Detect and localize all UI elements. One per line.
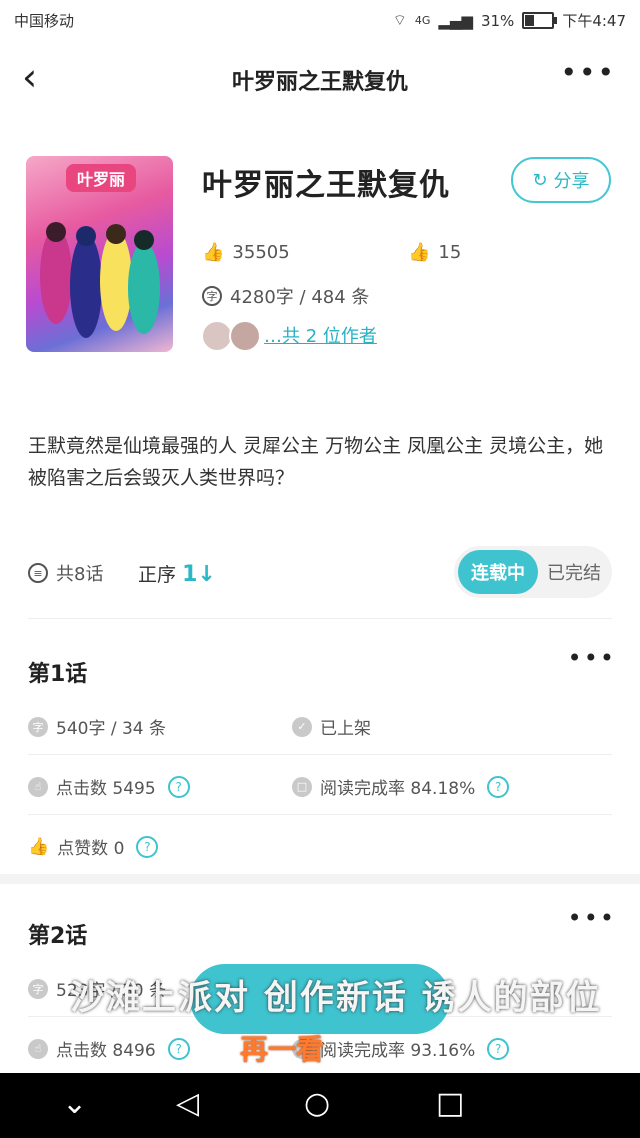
signal-label: 4G bbox=[414, 14, 431, 27]
share-button[interactable]: ↻ 分享 bbox=[511, 157, 611, 203]
top-nav: ‹ 叶罗丽之王默复仇 ••• bbox=[0, 40, 640, 118]
clock: 下午4:47 bbox=[562, 12, 626, 30]
thumbs-row[interactable]: 👍 15 bbox=[408, 242, 461, 263]
episode-completion-label: 阅读完成率 84.18% bbox=[320, 779, 476, 799]
home-circle-icon[interactable]: ○ bbox=[304, 1087, 330, 1121]
help-icon[interactable]: ? bbox=[487, 1037, 510, 1060]
word-count-icon: 字 bbox=[28, 716, 48, 737]
thumb-up-icon: 👍 bbox=[408, 242, 431, 263]
page-title: 叶罗丽之王默复仇 bbox=[231, 70, 408, 95]
wifi-icon: ⌔ bbox=[392, 11, 407, 29]
help-icon[interactable]: ? bbox=[136, 835, 159, 858]
book-cover[interactable]: 叶罗丽 bbox=[26, 156, 173, 352]
carrier-label: 中国移动 bbox=[14, 12, 75, 30]
word-count-icon: 字 bbox=[28, 978, 48, 999]
episode-clicks-label: 点击数 5495 bbox=[56, 779, 156, 799]
episode-words-label: 540字 / 34 条 bbox=[56, 719, 167, 739]
system-nav-bar: ⌄ ◁ ○ □ bbox=[0, 1073, 640, 1138]
help-icon[interactable]: ? bbox=[167, 775, 190, 798]
thumb-icon: 👍 bbox=[28, 836, 50, 857]
episode-status: ✓ 已上架 bbox=[292, 714, 371, 739]
likes-count: 35505 bbox=[232, 242, 290, 263]
click-icon: ☝ bbox=[28, 776, 48, 797]
list-icon: ≡ bbox=[28, 563, 48, 583]
battery-text: 31% bbox=[480, 11, 515, 30]
avatar bbox=[229, 320, 261, 352]
episode-clicks: ☝ 点击数 8496 ? bbox=[28, 1036, 190, 1061]
cover-figures-image bbox=[40, 222, 160, 338]
word-count: 4280字 / 484 条 bbox=[230, 287, 370, 308]
authors-link[interactable]: …共 2 位作者 bbox=[264, 322, 377, 348]
chevron-down-icon[interactable]: ⌄ bbox=[62, 1087, 87, 1121]
sort-label: 正序 bbox=[138, 564, 177, 586]
tab-serializing[interactable]: 连载中 bbox=[458, 550, 538, 594]
status-bar: 中国移动 ⌔ 4G ▂▄▆ 31% 下午4:47 bbox=[0, 0, 640, 40]
book-description: 王默竟然是仙境最强的人 灵犀公主 万物公主 凤凰公主 灵境公主，她被陷害之后会毁… bbox=[28, 435, 604, 489]
episode-clicks-label: 点击数 8496 bbox=[56, 1041, 156, 1061]
episode-completion-label: 阅读完成率 93.16% bbox=[320, 1041, 476, 1061]
episode-words: 字 540字 / 34 条 bbox=[28, 714, 166, 739]
episode-more-icon[interactable]: ••• bbox=[568, 644, 616, 672]
caption-subtext: 再一看 bbox=[240, 1033, 325, 1066]
likes-row: 👍 35505 bbox=[202, 242, 290, 263]
episode-clicks: ☝ 点击数 5495 ? bbox=[28, 774, 190, 799]
sort-arrow-icon: 1↓ bbox=[182, 562, 216, 587]
episode-count: ≡ 共8话 bbox=[28, 560, 103, 586]
caption-text: 沙滩上派对 创作新话 诱人的部位 bbox=[70, 978, 602, 1018]
episode-completion: □ 阅读完成率 93.16% ? bbox=[292, 1036, 510, 1061]
more-icon[interactable]: ••• bbox=[560, 56, 616, 89]
word-count-icon: 字 bbox=[202, 286, 222, 306]
click-icon: ☝ bbox=[28, 1038, 48, 1059]
author-avatars[interactable] bbox=[201, 320, 261, 352]
divider bbox=[28, 754, 612, 755]
help-icon[interactable]: ? bbox=[487, 775, 510, 798]
status-right: ⌔ 4G ▂▄▆ 31% 下午4:47 bbox=[393, 10, 626, 31]
back-triangle-icon[interactable]: ◁ bbox=[176, 1087, 199, 1121]
word-count-row: 字 4280字 / 484 条 bbox=[202, 283, 369, 309]
book-icon: □ bbox=[292, 776, 312, 797]
check-icon: ✓ bbox=[292, 716, 312, 737]
episode-title[interactable]: 第1话 bbox=[28, 656, 87, 688]
episode-title[interactable]: 第2话 bbox=[28, 918, 87, 950]
divider bbox=[28, 618, 612, 619]
episode-likes-label: 点赞数 0 bbox=[57, 839, 125, 859]
share-label: 分享 bbox=[553, 171, 590, 192]
section-gap bbox=[0, 874, 640, 884]
battery-icon bbox=[522, 12, 558, 29]
cover-logo: 叶罗丽 bbox=[66, 164, 136, 192]
book-title: 叶罗丽之王默复仇 bbox=[202, 168, 450, 203]
sort-toggle[interactable]: 正序 1↓ bbox=[138, 560, 216, 587]
episode-count-label: 共8话 bbox=[56, 564, 104, 585]
episode-completion: □ 阅读完成率 84.18% ? bbox=[292, 774, 510, 799]
episode-likes: 👍 点赞数 0 ? bbox=[28, 834, 159, 859]
divider bbox=[28, 814, 612, 815]
recent-square-icon[interactable]: □ bbox=[436, 1087, 464, 1121]
tab-completed[interactable]: 已完结 bbox=[540, 550, 608, 594]
status-segment: 连载中 已完结 bbox=[454, 546, 612, 598]
thumbs-count: 15 bbox=[438, 242, 462, 263]
episode-status-label: 已上架 bbox=[320, 719, 371, 739]
like-icon: 👍 bbox=[202, 242, 225, 263]
episode-more-icon[interactable]: ••• bbox=[568, 904, 616, 932]
share-icon: ↻ bbox=[532, 169, 548, 191]
help-icon[interactable]: ? bbox=[167, 1037, 190, 1060]
signal-icon: ▂▄▆ bbox=[438, 11, 473, 30]
